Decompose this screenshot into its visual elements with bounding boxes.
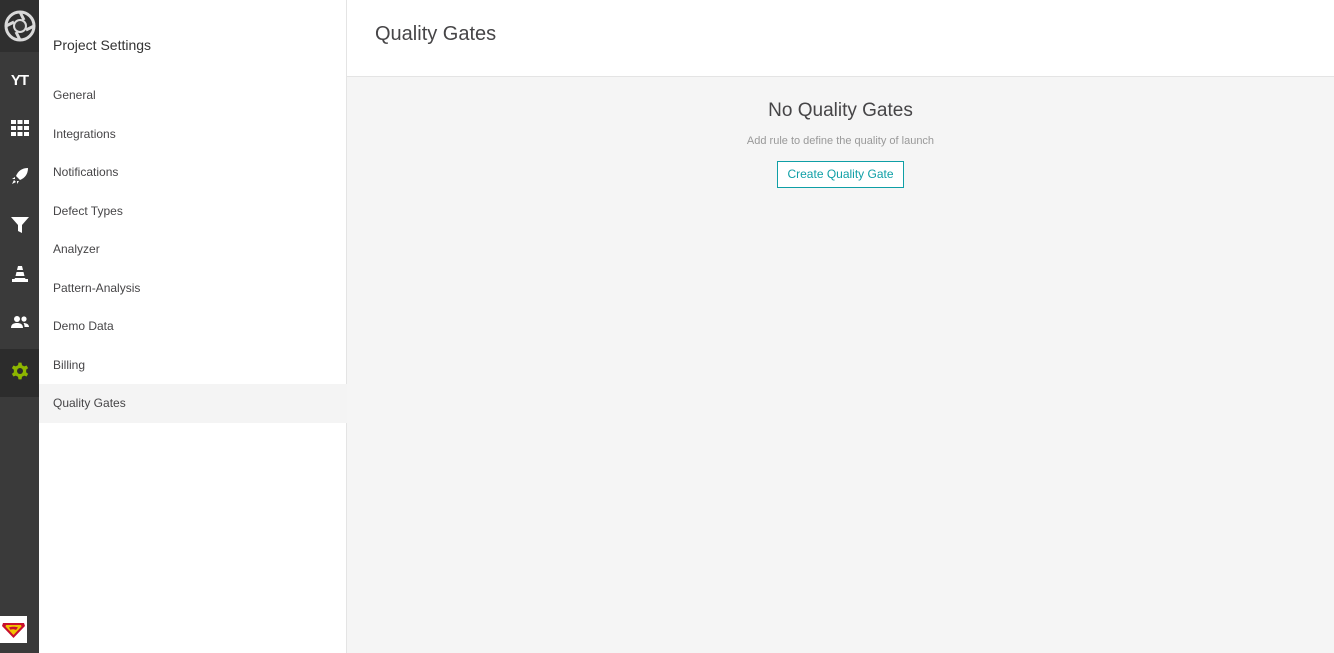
reportportal-logo-icon[interactable]: [0, 0, 39, 52]
sidebar-item-general[interactable]: General: [39, 76, 347, 115]
sidebar-item-integrations[interactable]: Integrations: [39, 115, 347, 154]
members-icon: [10, 315, 29, 334]
debug-cone-icon: [11, 265, 29, 288]
sidebar-item-quality-gates[interactable]: Quality Gates: [39, 384, 347, 423]
debug-button[interactable]: [0, 252, 39, 300]
project-settings-button[interactable]: [0, 349, 39, 397]
empty-state: No Quality Gates Add rule to define the …: [347, 100, 1334, 188]
project-selector-button[interactable]: YT: [0, 56, 39, 104]
sidebar-title: Project Settings: [53, 37, 152, 53]
rocket-icon: [11, 167, 29, 190]
sidebar-item-notifications[interactable]: Notifications: [39, 153, 347, 192]
filter-icon: [10, 216, 29, 239]
page-title: Quality Gates: [375, 23, 497, 45]
dashboards-button[interactable]: [0, 106, 39, 154]
sidebar-item-analyzer[interactable]: Analyzer: [39, 230, 347, 269]
sidebar-item-billing[interactable]: Billing: [39, 346, 347, 385]
sidebar-item-defect-types[interactable]: Defect Types: [39, 192, 347, 231]
sidebar-item-demo-data[interactable]: Demo Data: [39, 307, 347, 346]
project-initials: YT: [10, 71, 29, 89]
empty-state-subtitle: Add rule to define the quality of launch: [746, 135, 935, 147]
empty-state-title: No Quality Gates: [768, 100, 913, 121]
page-header: Quality Gates: [347, 0, 1334, 77]
app: YT Project Settings General Integrations…: [0, 0, 1334, 653]
members-button[interactable]: [0, 300, 39, 348]
main-content: Quality Gates No Quality Gates Add rule …: [347, 0, 1334, 653]
dashboards-icon: [10, 119, 29, 141]
sidebar-item-pattern-analysis[interactable]: Pattern-Analysis: [39, 269, 347, 308]
create-quality-gate-button[interactable]: Create Quality Gate: [777, 161, 904, 188]
filters-button[interactable]: [0, 203, 39, 251]
user-avatar[interactable]: [0, 616, 27, 643]
gear-icon: [10, 361, 30, 386]
icon-rail: YT: [0, 0, 39, 653]
launches-button[interactable]: [0, 154, 39, 202]
settings-sidebar: Project Settings General Integrations No…: [39, 0, 347, 653]
settings-nav: General Integrations Notifications Defec…: [39, 76, 347, 423]
